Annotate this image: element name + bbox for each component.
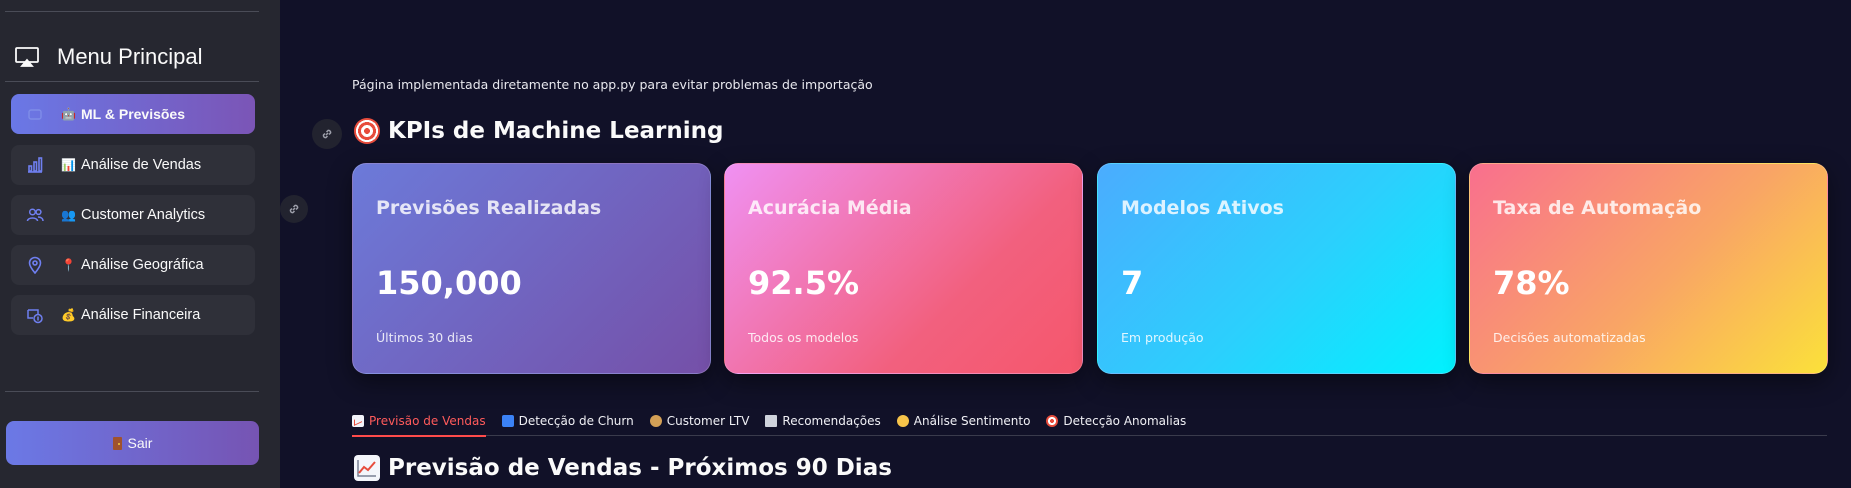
sidebar-item-label: Análise Financeira [81,307,201,323]
tab-label: Previsão de Vendas [369,413,486,428]
kpi-section-title: KPIs de Machine Learning [354,118,724,144]
money-emoji-icon: 💰 [61,308,76,322]
sidebar-item-customer-analytics[interactable]: 👥 Customer Analytics [11,195,255,235]
sidebar-item-label: Análise de Vendas [81,157,202,173]
header-anchor-link[interactable] [312,119,342,149]
chart-emoji-icon: 📊 [61,158,76,172]
airplay-icon [15,47,39,67]
sidebar-item-ml-previsoes[interactable]: 🤖 ML & Previsões [11,94,255,134]
kpi-value: 150,000 [376,264,522,302]
forecast-section-title-text: Previsão de Vendas - Próximos 90 Dias [388,455,892,481]
kpi-subtitle: Todos os modelos [748,330,859,345]
repeat-icon [501,414,514,427]
door-icon [112,436,122,450]
kpi-subtitle: Decisões automatizadas [1493,330,1646,345]
tab-label: Detecção Anomalias [1063,413,1187,428]
info-message: Página implementada diretamente no app.p… [352,77,873,92]
kpi-title: Modelos Ativos [1121,197,1284,219]
logout-label: Sair [127,435,153,451]
sidebar-divider [5,11,259,12]
tab-recomendacoes[interactable]: Recomendações [765,406,881,436]
card-anchor-link[interactable] [280,195,308,223]
bar-chart-icon [25,155,45,175]
kpi-value: 78% [1493,264,1570,302]
sidebar-item-label: Customer Analytics [81,207,206,223]
kpi-subtitle: Em produção [1121,330,1204,345]
tab-deteccao-churn[interactable]: Detecção de Churn [501,406,634,436]
sidebar-item-analise-geografica[interactable]: 📍 Análise Geográfica [11,245,255,285]
robot-emoji-icon: 🤖 [61,107,76,121]
kpi-title: Taxa de Automação [1493,197,1702,219]
kpi-card-automacao: Taxa de Automação 78% Decisões automatiz… [1469,163,1828,374]
kpi-title: Acurácia Média [748,197,912,219]
tab-label: Análise Sentimento [913,413,1031,428]
finance-icon [25,305,45,325]
link-icon [322,129,332,139]
pin-emoji-icon: 📍 [61,258,76,272]
tab-label: Recomendações [782,413,881,428]
kpi-section-title-text: KPIs de Machine Learning [388,118,724,144]
smile-icon [896,414,909,427]
sidebar-divider [5,81,259,82]
tab-label: Customer LTV [666,413,750,428]
menu-title: Menu Principal [57,44,203,69]
sidebar-item-label: ML & Previsões [81,106,186,122]
target-icon [354,118,380,144]
main-content: Página implementada diretamente no app.p… [280,0,1851,488]
kpi-title: Previsões Realizadas [376,197,602,219]
kpi-subtitle: Últimos 30 dias [376,330,473,345]
sidebar-item-label: Análise Geográfica [81,257,204,273]
sidebar-divider [5,391,259,392]
target-icon [1046,414,1059,427]
chart-up-icon [352,414,364,427]
kpi-card-previsoes: Previsões Realizadas 150,000 Últimos 30 … [352,163,711,374]
kpi-card-acuracia: Acurácia Média 92.5% Todos os modelos [724,163,1083,374]
tab-deteccao-anomalias[interactable]: Detecção Anomalias [1046,406,1186,436]
kpi-value: 92.5% [748,264,860,302]
sidebar-item-analise-financeira[interactable]: 💰 Análise Financeira [11,295,255,335]
tab-previsao-vendas[interactable]: Previsão de Vendas [352,406,486,437]
sidebar-item-analise-vendas[interactable]: 📊 Análise de Vendas [11,145,255,185]
users-icon [25,205,45,225]
users-emoji-icon: 👥 [61,208,76,222]
shopping-cart-icon [765,414,778,427]
tab-analise-sentimento[interactable]: Análise Sentimento [896,406,1031,436]
tab-bar: Previsão de Vendas Detecção de Churn Cus… [352,406,1827,437]
map-pin-icon [25,255,45,275]
sidebar: Menu Principal 🤖 ML & Previsões 📊 Anális… [0,0,280,488]
kpi-value: 7 [1121,264,1144,302]
robot-icon [25,104,45,124]
money-bag-icon [649,414,662,427]
logout-button[interactable]: Sair [6,421,259,465]
tab-customer-ltv[interactable]: Customer LTV [649,406,750,436]
kpi-card-modelos: Modelos Ativos 7 Em produção [1097,163,1456,374]
menu-header: Menu Principal [15,42,203,72]
forecast-section-title: Previsão de Vendas - Próximos 90 Dias [354,455,892,481]
link-icon [289,204,299,214]
chart-up-icon [354,455,380,481]
tab-label: Detecção de Churn [518,413,634,428]
